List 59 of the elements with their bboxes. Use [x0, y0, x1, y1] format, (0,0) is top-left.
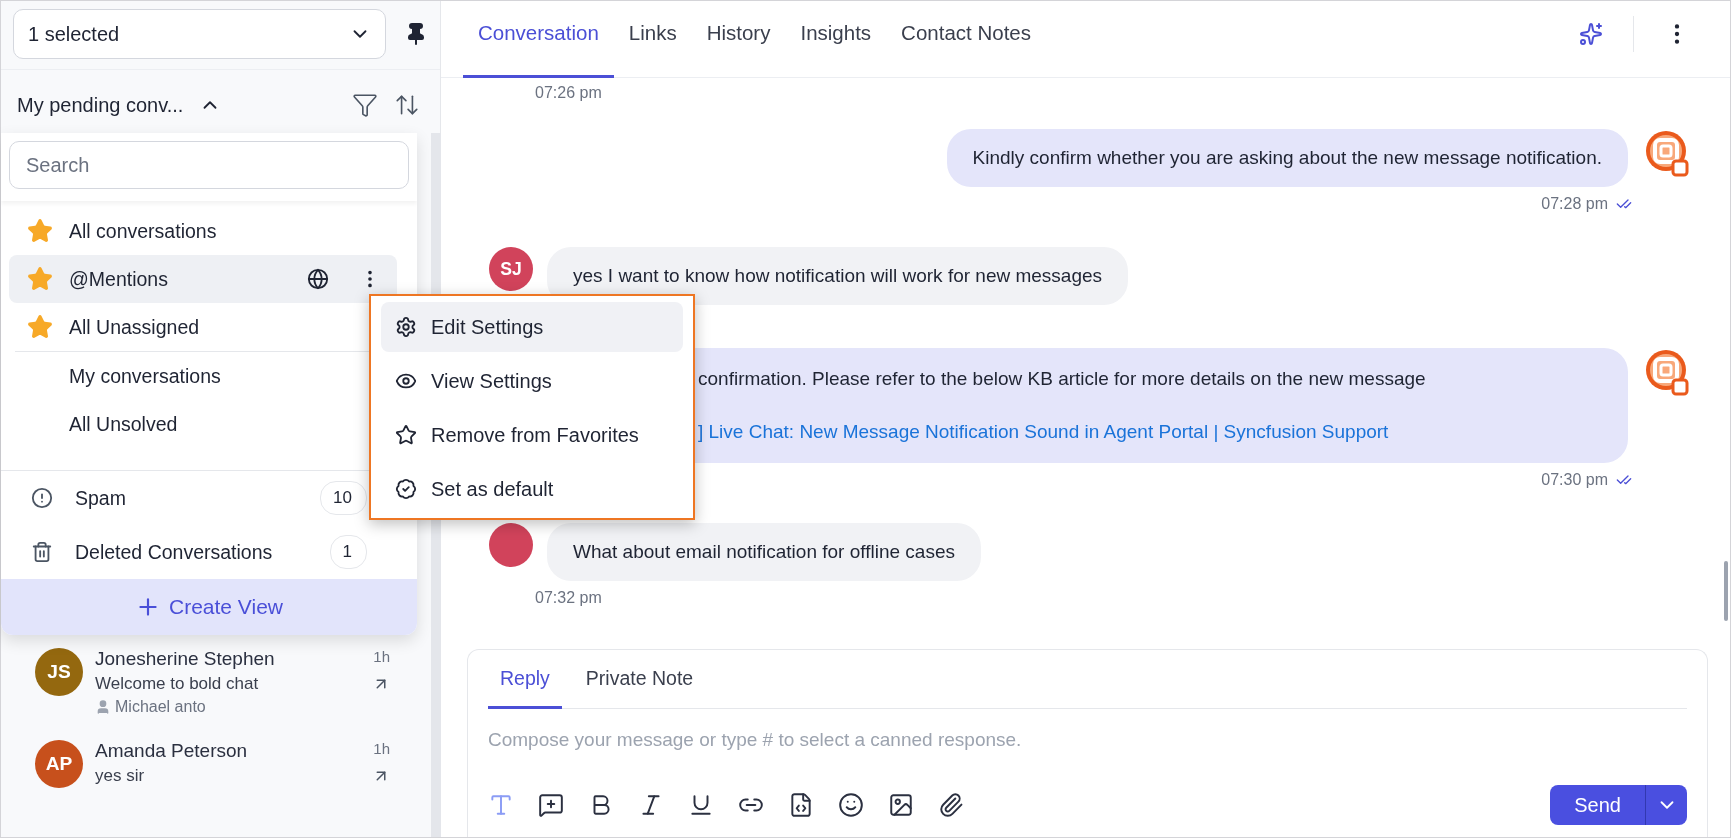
tab[interactable]: Contact Notes — [886, 1, 1046, 78]
message-time: 07:26 pm — [535, 84, 602, 102]
create-view-button[interactable]: Create View — [1, 579, 417, 635]
message-bubble: Kindly confirm whether you are asking about the new message notification. — [946, 129, 1628, 187]
sparkle-icon[interactable] — [1579, 22, 1603, 46]
search-field[interactable]: Search — [9, 141, 409, 189]
scrollbar-thumb[interactable] — [1724, 561, 1728, 621]
alert-icon — [31, 487, 53, 510]
composer-tab[interactable]: Private Note — [573, 650, 706, 709]
person-icon — [95, 699, 111, 715]
message-add-icon[interactable] — [538, 792, 564, 818]
tab[interactable]: Links — [613, 1, 692, 78]
image-icon[interactable] — [888, 792, 914, 818]
conversation-time: 1h — [373, 740, 390, 757]
gear-icon — [395, 316, 417, 338]
contact-avatar: JS — [35, 648, 83, 696]
contact-avatar: SJ — [489, 247, 533, 291]
underline-icon[interactable] — [688, 792, 714, 818]
message-bubble: yes I want to know how notification will work for new messages — [547, 247, 1129, 305]
message-time: 07:32 pm — [535, 589, 602, 607]
star-icon[interactable] — [27, 266, 53, 292]
count-badge: 10 — [320, 481, 367, 516]
view-item[interactable]: @Mentions — [9, 255, 397, 303]
view-title[interactable]: My pending conv... — [17, 93, 184, 117]
message-text: confirmation. Please refer to the below KB article for more details on the new message — [698, 367, 1427, 391]
text-style-icon[interactable] — [488, 792, 514, 818]
globe-icon — [307, 268, 329, 290]
paperclip-icon[interactable] — [938, 792, 964, 818]
message-preview: Welcome to bold chat — [95, 674, 260, 694]
count-badge: 1 — [329, 535, 367, 570]
bot-avatar-icon — [1646, 129, 1690, 179]
contact-avatar: AP — [35, 740, 83, 788]
message-bubble: What about email notification for offline cases — [547, 523, 981, 581]
menu-item[interactable]: Remove from Favorites — [381, 410, 683, 460]
trash-icon — [31, 541, 53, 564]
menu-item[interactable]: Edit Settings — [381, 302, 683, 352]
agent-name: Michael anto — [115, 698, 206, 716]
message-preview: yes sir — [95, 766, 146, 786]
filter-icon[interactable] — [352, 92, 378, 118]
code-file-icon[interactable] — [788, 792, 814, 818]
tab[interactable]: Insights — [785, 1, 887, 78]
bot-avatar-icon — [1646, 348, 1690, 398]
message-time: 07:28 pm — [1541, 195, 1608, 213]
star-icon[interactable] — [27, 218, 53, 244]
article-link[interactable]: ] Live Chat: New Message Notification Sound in Agent Portal | Syncfusion Support — [698, 419, 1602, 445]
view-item[interactable]: All conversations — [9, 207, 397, 255]
star-icon — [395, 424, 417, 446]
tab[interactable]: History — [691, 1, 786, 78]
menu-item[interactable]: View Settings — [381, 356, 683, 406]
folder-item[interactable]: Deleted Conversations 1 — [1, 525, 417, 580]
tab[interactable]: Conversation — [463, 1, 614, 78]
badge-check-icon — [395, 478, 417, 500]
smile-icon[interactable] — [838, 792, 864, 818]
contact-name: Amanda Peterson — [95, 740, 249, 762]
conversation-time: 1h — [373, 648, 390, 665]
message-time: 07:30 pm — [1541, 471, 1608, 489]
star-icon[interactable] — [27, 314, 53, 340]
view-select[interactable]: 1 selected — [13, 9, 386, 59]
contact-name: Jonesherine Stephen — [95, 648, 276, 670]
